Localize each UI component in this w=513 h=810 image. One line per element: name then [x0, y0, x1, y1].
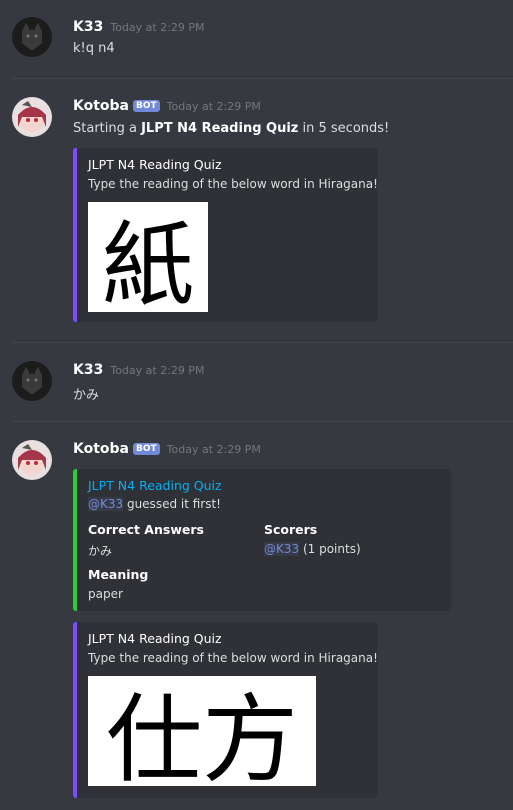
avatar[interactable] — [12, 17, 52, 57]
embed-description-text: guessed it first! — [123, 497, 221, 511]
embed-description: Type the reading of the below word in Hi… — [88, 651, 378, 665]
timestamp: Today at 2:29 PM — [110, 21, 205, 34]
embed-title: JLPT N4 Reading Quiz — [88, 157, 222, 172]
quiz-embed: JLPT N4 Reading Quiz Type the reading of… — [73, 148, 378, 322]
username[interactable]: K33 — [73, 19, 103, 35]
user-mention[interactable]: @K33 — [88, 497, 124, 511]
kanji-text: 紙 — [101, 211, 194, 313]
message-text: かみ — [73, 388, 100, 403]
message-text-suffix: in 5 seconds! — [298, 121, 390, 136]
field-value-meaning: paper — [88, 587, 123, 601]
field-name-correct-answers: Correct Answers — [88, 522, 204, 537]
message-text-prefix: Starting a — [73, 121, 142, 136]
embed-title-link[interactable]: JLPT N4 Reading Quiz — [88, 478, 222, 493]
field-value-scorers: @K33 (1 points) — [264, 542, 361, 556]
kanji-image[interactable]: 紙 — [88, 202, 208, 312]
username[interactable]: Kotoba — [73, 98, 129, 114]
avatar[interactable] — [12, 440, 52, 480]
user-mention[interactable]: @K33 — [264, 542, 300, 556]
kanji-image[interactable]: 仕方 — [88, 676, 316, 786]
username[interactable]: Kotoba — [73, 441, 129, 457]
message-divider — [12, 78, 513, 79]
quiz-embed: JLPT N4 Reading Quiz Type the reading of… — [73, 622, 378, 798]
scorers-points: (1 points) — [299, 542, 361, 556]
kanji-text: 仕方 — [106, 683, 298, 787]
result-embed: JLPT N4 Reading Quiz @K33 guessed it fir… — [73, 469, 451, 611]
message-text: Starting a JLPT N4 Reading Quiz in 5 sec… — [73, 121, 389, 136]
message-divider — [12, 421, 513, 422]
bot-tag: BOT — [133, 443, 160, 455]
field-name-meaning: Meaning — [88, 567, 149, 582]
timestamp: Today at 2:29 PM — [110, 364, 205, 377]
embed-description: Type the reading of the below word in Hi… — [88, 177, 378, 191]
timestamp: Today at 2:29 PM — [166, 443, 261, 456]
bot-tag: BOT — [133, 100, 160, 112]
message-text: k!q n4 — [73, 41, 115, 56]
message-text-bold: JLPT N4 Reading Quiz — [141, 121, 299, 136]
field-value-correct-answers: かみ — [88, 544, 113, 558]
avatar[interactable] — [12, 361, 52, 401]
embed-description: @K33 guessed it first! — [88, 497, 221, 511]
username[interactable]: K33 — [73, 362, 103, 378]
message-divider — [12, 342, 513, 343]
embed-title: JLPT N4 Reading Quiz — [88, 631, 222, 646]
field-name-scorers: Scorers — [264, 522, 318, 537]
timestamp: Today at 2:29 PM — [166, 100, 261, 113]
avatar[interactable] — [12, 97, 52, 137]
